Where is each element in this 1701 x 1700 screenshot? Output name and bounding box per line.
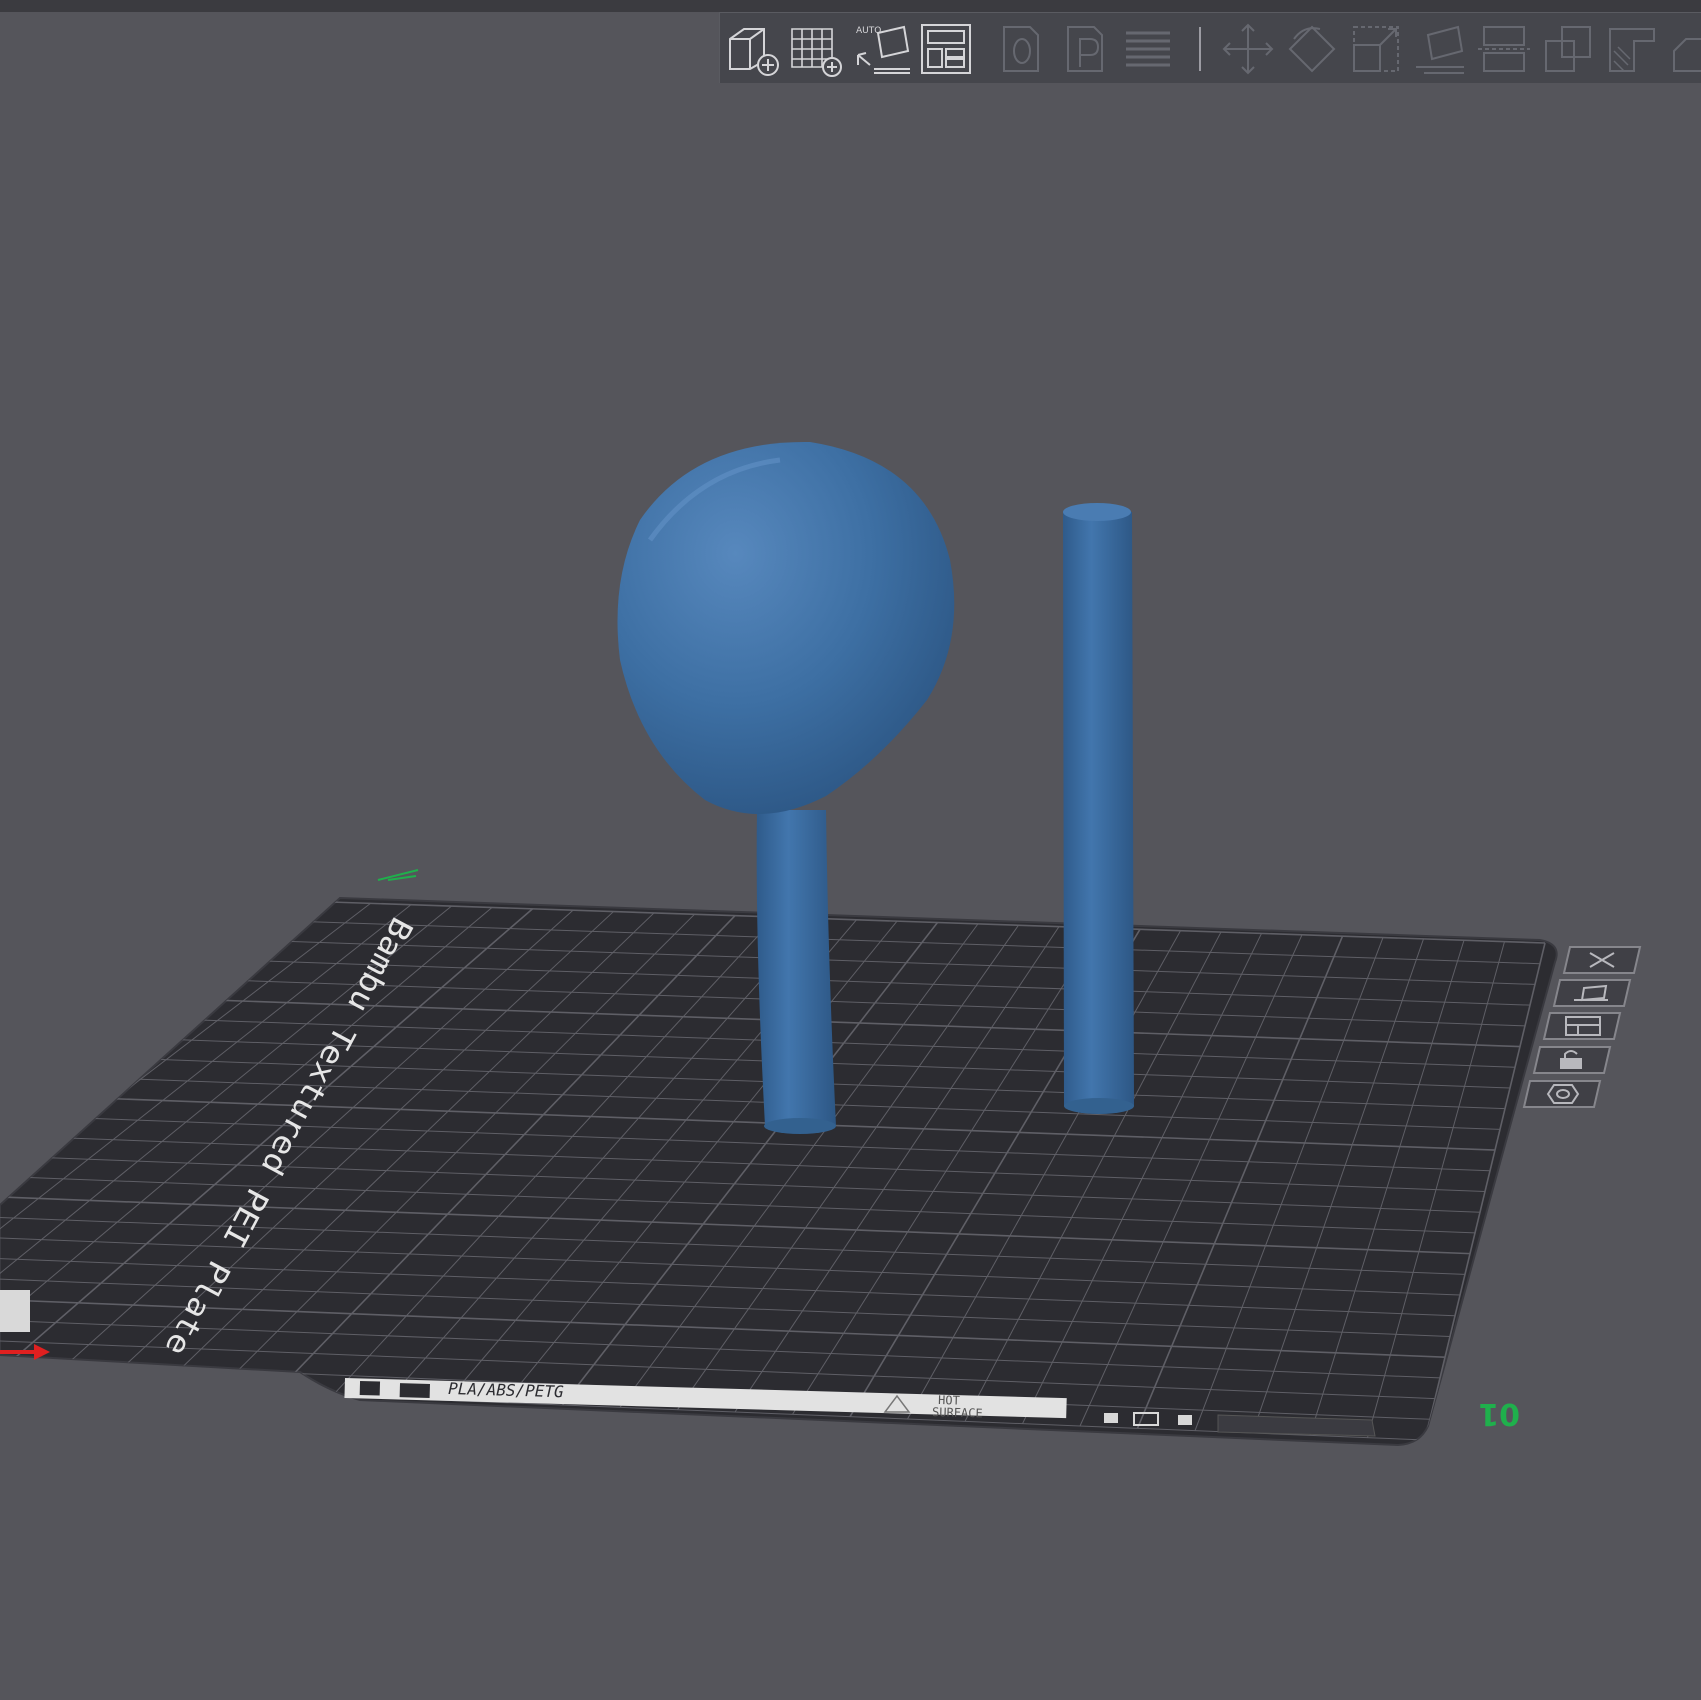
lay-on-face-icon <box>1416 25 1464 74</box>
delete-plate-button[interactable] <box>1562 945 1642 975</box>
3d-viewport[interactable]: Bambu Textured PEI Plate PLA/ABS/PETG HO… <box>0 0 1701 1700</box>
move-icon <box>1222 23 1274 75</box>
plate-number: 01 <box>1478 1396 1520 1431</box>
rod-model[interactable] <box>1063 503 1134 1114</box>
split-to-objects-icon <box>1003 26 1039 72</box>
auto-orient-plate-button[interactable] <box>1552 978 1632 1008</box>
y-axis-indicator <box>377 869 419 881</box>
lay-on-face-button[interactable] <box>1412 21 1468 77</box>
toolbar-separator <box>1199 27 1201 71</box>
split-to-parts-icon <box>1067 26 1103 72</box>
cut-button[interactable] <box>1476 21 1532 77</box>
auto-orient-icon: AUTO <box>856 25 910 74</box>
auto-orient-icon <box>1552 979 1632 1007</box>
split-to-parts-button[interactable] <box>1058 21 1114 77</box>
arrange-icon <box>1542 1012 1622 1040</box>
more-tools-icon <box>1673 38 1701 72</box>
boolean-icon <box>1545 26 1591 72</box>
support-painting-icon <box>1609 28 1655 72</box>
close-icon <box>1562 946 1642 974</box>
scale-button[interactable] <box>1348 21 1404 77</box>
split-to-objects-button[interactable] <box>994 21 1050 77</box>
more-tools-button[interactable] <box>1668 21 1701 77</box>
add-object-icon <box>729 28 779 76</box>
variable-layer-height-icon <box>1126 31 1170 67</box>
add-plate-button[interactable] <box>788 21 844 77</box>
add-object-button[interactable] <box>724 21 780 77</box>
lock-icon <box>1532 1046 1612 1074</box>
main-toolbar: AUTO <box>719 12 1701 83</box>
lock-plate-button[interactable] <box>1532 1045 1612 1075</box>
add-plate-icon <box>791 28 842 77</box>
plate-settings-button[interactable] <box>1522 1079 1602 1109</box>
arrange-icon <box>921 24 971 74</box>
rotate-button[interactable] <box>1284 21 1340 77</box>
arrange-button[interactable] <box>918 21 974 77</box>
plate-edge-tab <box>0 1290 30 1332</box>
auto-orient-button[interactable]: AUTO <box>854 21 910 77</box>
arrange-plate-button[interactable] <box>1542 1011 1622 1041</box>
plate-warning-surface: SURFACE <box>932 1405 983 1420</box>
rotate-icon <box>1288 25 1336 73</box>
cut-icon <box>1478 26 1530 72</box>
scale-icon <box>1353 26 1399 72</box>
support-painting-button[interactable] <box>1604 21 1660 77</box>
move-button[interactable] <box>1220 21 1276 77</box>
settings-icon <box>1522 1080 1602 1108</box>
variable-layer-height-button[interactable] <box>1120 21 1176 77</box>
boolean-button[interactable] <box>1540 21 1596 77</box>
plate-material-text: PLA/ABS/PETG <box>448 1379 564 1401</box>
